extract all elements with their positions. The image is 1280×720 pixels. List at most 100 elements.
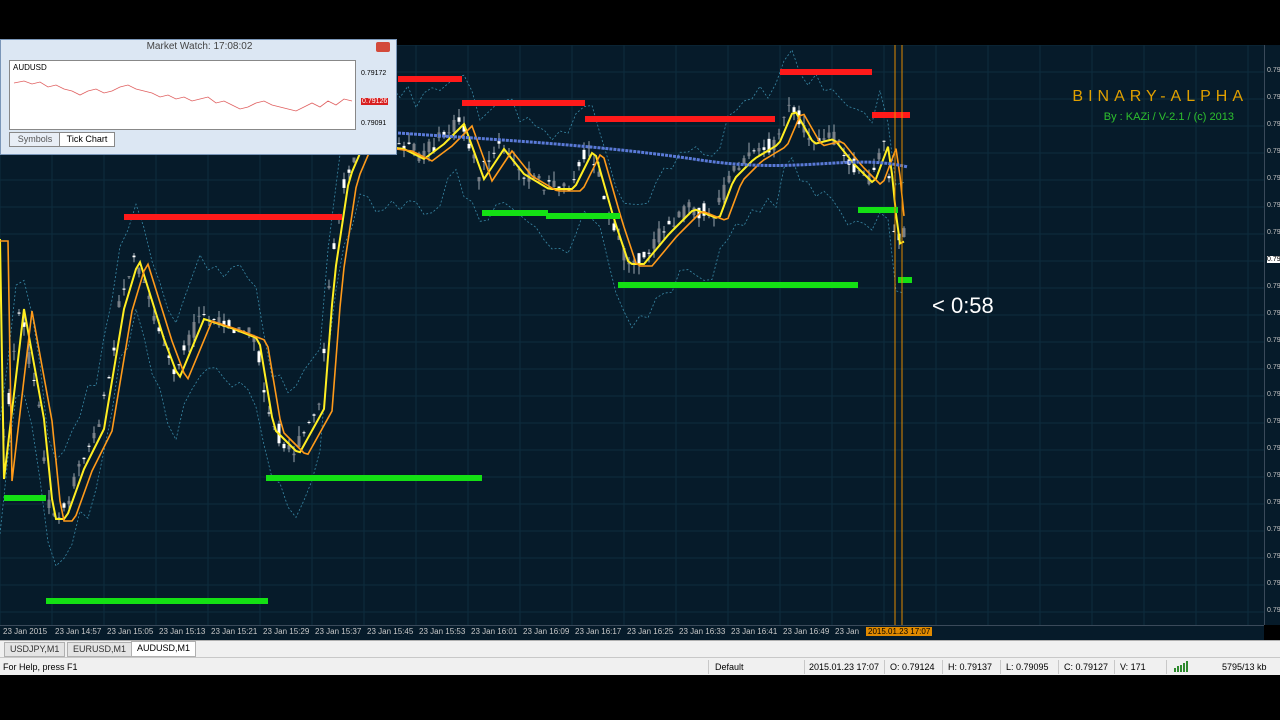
- connection-icon[interactable]: [1173, 661, 1191, 672]
- candle-body: [577, 162, 581, 167]
- resistance-level: [585, 116, 775, 122]
- candle-body: [282, 443, 286, 449]
- close-icon[interactable]: [376, 42, 390, 52]
- fast-ma-line: [0, 111, 905, 520]
- tick-price-current: 0.79126: [361, 98, 389, 105]
- tick-price-low: 0.79091: [361, 120, 387, 127]
- time-axis-label: 23 Jan 16:25: [627, 627, 674, 636]
- price-scale-label: 0.79: [1267, 364, 1280, 371]
- tick-chart[interactable]: AUDUSD: [9, 60, 356, 130]
- candle-body: [292, 453, 296, 456]
- candle-body: [552, 180, 556, 187]
- time-axis-label: 23 Jan: [835, 627, 860, 636]
- tick-chart-line: [13, 80, 353, 112]
- candle-body: [787, 104, 791, 106]
- candle-body: [67, 500, 71, 505]
- candle-body: [327, 285, 331, 289]
- candle-body: [397, 143, 401, 145]
- bar-volume: V: 171: [1120, 662, 1146, 672]
- slow-ma-line: [0, 113, 905, 522]
- candle-body: [562, 183, 566, 187]
- price-scale-label: 0.79: [1267, 175, 1280, 182]
- status-separator: [942, 660, 943, 674]
- candle-body: [107, 377, 111, 379]
- bar-open: O: 0.79124: [890, 662, 935, 672]
- candle-body: [92, 432, 96, 439]
- candle-body: [132, 255, 136, 258]
- candle-body: [307, 421, 311, 423]
- support-level: [46, 598, 268, 604]
- chart-tabs: USDJPY,M1 EURUSD,M1 AUDUSD,M1: [0, 640, 1280, 657]
- status-separator: [804, 660, 805, 674]
- price-scale-label: 0.79: [1267, 607, 1280, 614]
- price-scale-label: 0.79: [1267, 94, 1280, 101]
- time-axis-label: 23 Jan 15:37: [315, 627, 362, 636]
- candle-body: [902, 228, 906, 237]
- time-axis-label: 23 Jan 15:13: [159, 627, 206, 636]
- resistance-level: [398, 76, 462, 82]
- candle-body: [887, 176, 891, 179]
- candle-body: [122, 288, 126, 290]
- candle-body: [487, 160, 491, 162]
- profile-name[interactable]: Default: [715, 662, 744, 672]
- tab-symbols[interactable]: Symbols: [9, 132, 61, 147]
- candle-body: [477, 177, 481, 182]
- price-scale[interactable]: 0.79 0.79 0.79 0.79 0.79 0.79 0.79 0.79 0.79 0.79…: [1264, 45, 1280, 625]
- time-axis-label: 23 Jan 16:49: [783, 627, 830, 636]
- candle-body: [762, 147, 766, 150]
- candle-body: [182, 345, 186, 351]
- candle-body: [12, 350, 16, 352]
- status-separator: [1000, 660, 1001, 674]
- candle-body: [457, 117, 461, 122]
- status-separator: [1166, 660, 1167, 674]
- candle-body: [422, 150, 426, 156]
- candle-body: [347, 169, 351, 173]
- support-level: [4, 495, 46, 501]
- bar-high: H: 0.79137: [948, 662, 993, 672]
- support-level: [898, 277, 912, 283]
- status-separator: [1114, 660, 1115, 674]
- candle-body: [117, 301, 121, 308]
- candle-body: [152, 316, 156, 321]
- tab-eurusd[interactable]: EURUSD,M1: [67, 642, 133, 657]
- candle-countdown: < 0:58: [932, 293, 994, 318]
- tab-tick-chart[interactable]: Tick Chart: [59, 132, 115, 147]
- candle-body: [882, 140, 886, 142]
- resistance-level: [124, 214, 342, 220]
- candle-body: [667, 220, 671, 225]
- candle-body: [187, 334, 191, 346]
- candle-body: [17, 312, 21, 314]
- traffic-counter: 5795/13 kb: [1222, 662, 1267, 672]
- candle-body: [212, 318, 216, 320]
- tab-usdjpy[interactable]: USDJPY,M1: [4, 642, 66, 657]
- support-level: [546, 213, 620, 219]
- resistance-level: [780, 69, 872, 75]
- market-watch-window[interactable]: Market Watch: 17:08:02 AUDUSD 0.79172 0.…: [0, 39, 397, 155]
- candle-body: [297, 436, 301, 448]
- candle-body: [407, 142, 411, 144]
- price-scale-label: 0.79: [1267, 337, 1280, 344]
- time-axis-label: 23 Jan 15:29: [263, 627, 310, 636]
- indicator-credit: By : KAZi / V-2.1 / (c) 2013: [1103, 111, 1234, 123]
- candle-body: [547, 180, 551, 182]
- candle-body: [782, 116, 786, 118]
- candle-body: [97, 424, 101, 427]
- tab-audusd[interactable]: AUDUSD,M1: [131, 641, 197, 657]
- candle-body: [317, 403, 321, 405]
- time-axis-label: 23 Jan 16:01: [471, 627, 518, 636]
- candle-body: [777, 133, 781, 135]
- candle-body: [662, 231, 666, 233]
- candle-body: [82, 457, 86, 460]
- candle-body: [582, 149, 586, 160]
- candle-body: [312, 414, 316, 416]
- candle-body: [677, 211, 681, 218]
- candle-body: [647, 252, 651, 254]
- candle-body: [332, 243, 336, 249]
- candle-body: [247, 327, 251, 333]
- time-axis-label: 23 Jan 14:57: [55, 627, 102, 636]
- time-axis-label: 23 Jan 16:33: [679, 627, 726, 636]
- candle-body: [62, 503, 66, 508]
- candle-body: [537, 175, 541, 179]
- candle-body: [87, 445, 91, 447]
- candle-body: [752, 150, 756, 152]
